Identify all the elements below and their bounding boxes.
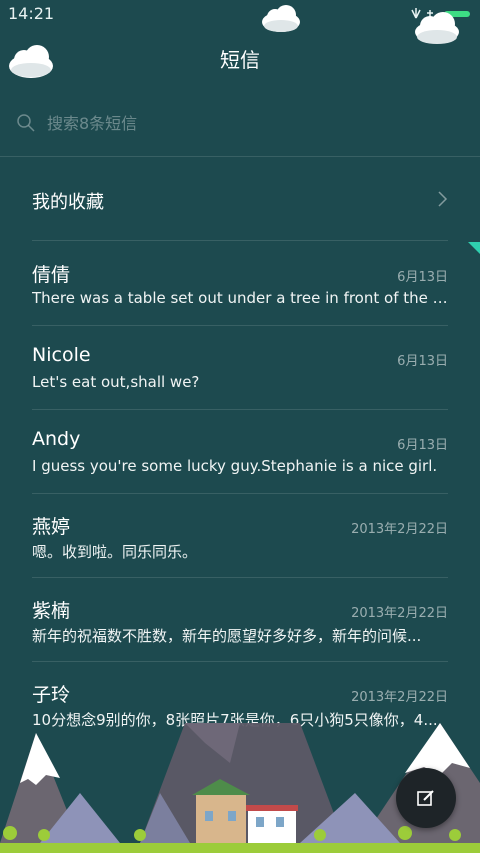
contact-name: Andy — [32, 428, 81, 450]
favorites-label: 我的收藏 — [32, 192, 104, 213]
corner-marker — [468, 242, 480, 254]
message-date: 6月13日 — [397, 438, 448, 453]
cloud-icon — [262, 5, 300, 32]
message-preview: 嗯。收到啦。同乐同乐。 — [32, 543, 198, 561]
message-item[interactable]: Nicole 6月13日 Let's eat out,shall we? — [32, 326, 448, 410]
favorites-row[interactable]: 我的收藏 — [32, 158, 448, 241]
message-item[interactable]: 倩倩 6月13日 There was a table set out under… — [32, 242, 448, 326]
message-date: 2013年2月22日 — [351, 522, 448, 537]
contact-name: 倩倩 — [32, 264, 71, 286]
message-preview: Let's eat out,shall we? — [32, 373, 200, 391]
message-item[interactable]: 燕婷 2013年2月22日 嗯。收到啦。同乐同乐。 — [32, 494, 448, 578]
message-preview: There was a table set out under a tree i… — [32, 289, 448, 307]
message-preview: I guess you're some lucky guy.Stephanie … — [32, 457, 438, 475]
message-list: 倩倩 6月13日 There was a table set out under… — [32, 242, 448, 745]
message-item[interactable]: 紫楠 2013年2月22日 新年的祝福数不胜数，新年的愿望好多好多，新年的问候.… — [32, 578, 448, 662]
search-bar[interactable]: 搜索8条短信 — [0, 100, 480, 157]
contact-name: 紫楠 — [32, 600, 71, 622]
status-time: 14:21 — [8, 4, 55, 23]
status-bar: 14:21 — [0, 0, 480, 28]
message-date: 6月13日 — [397, 354, 448, 369]
compose-icon — [417, 790, 434, 806]
message-date: 2013年2月22日 — [351, 690, 448, 705]
message-date: 2013年2月22日 — [351, 606, 448, 621]
search-icon — [17, 114, 35, 132]
page-title: 短信 — [220, 48, 260, 72]
message-date: 6月13日 — [397, 270, 448, 285]
chevron-right-icon — [438, 191, 448, 207]
contact-name: 子玲 — [32, 684, 71, 706]
compose-button[interactable] — [396, 768, 456, 828]
contact-name: 燕婷 — [32, 516, 71, 538]
contact-name: Nicole — [32, 344, 91, 366]
cloud-icon — [415, 12, 459, 44]
message-item[interactable]: Andy 6月13日 I guess you're some lucky guy… — [32, 410, 448, 494]
message-preview: 新年的祝福数不胜数，新年的愿望好多好多，新年的问候... — [32, 627, 422, 645]
search-input[interactable]: 搜索8条短信 — [47, 110, 137, 134]
